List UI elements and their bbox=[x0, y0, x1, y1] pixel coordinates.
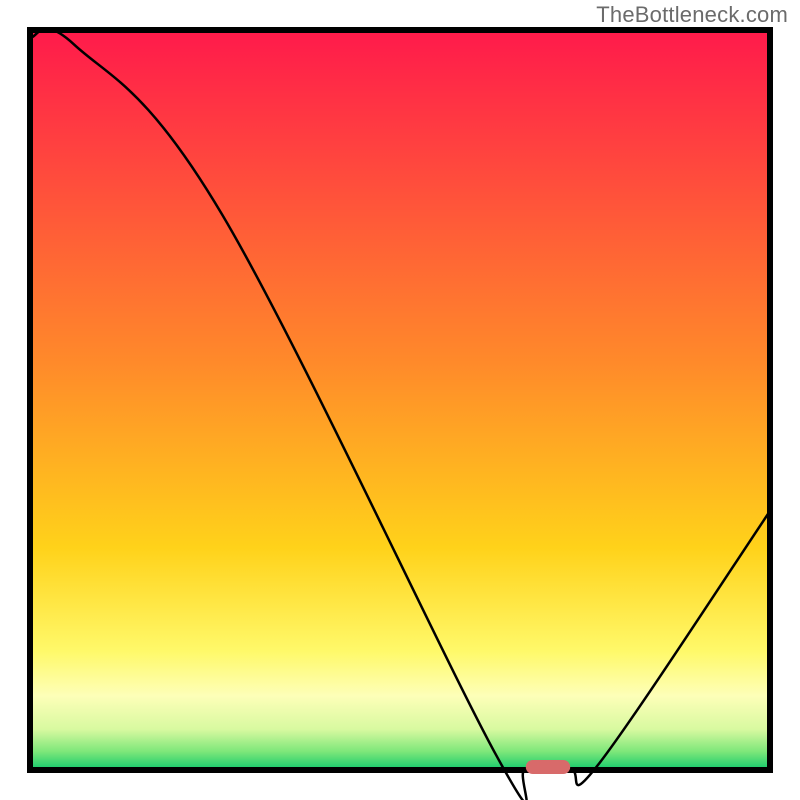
optimal-range-marker bbox=[526, 760, 570, 774]
bottleneck-curve-chart bbox=[0, 0, 800, 800]
chart-container: TheBottleneck.com bbox=[0, 0, 800, 800]
watermark-text: TheBottleneck.com bbox=[596, 2, 788, 28]
plot-background bbox=[30, 30, 770, 770]
